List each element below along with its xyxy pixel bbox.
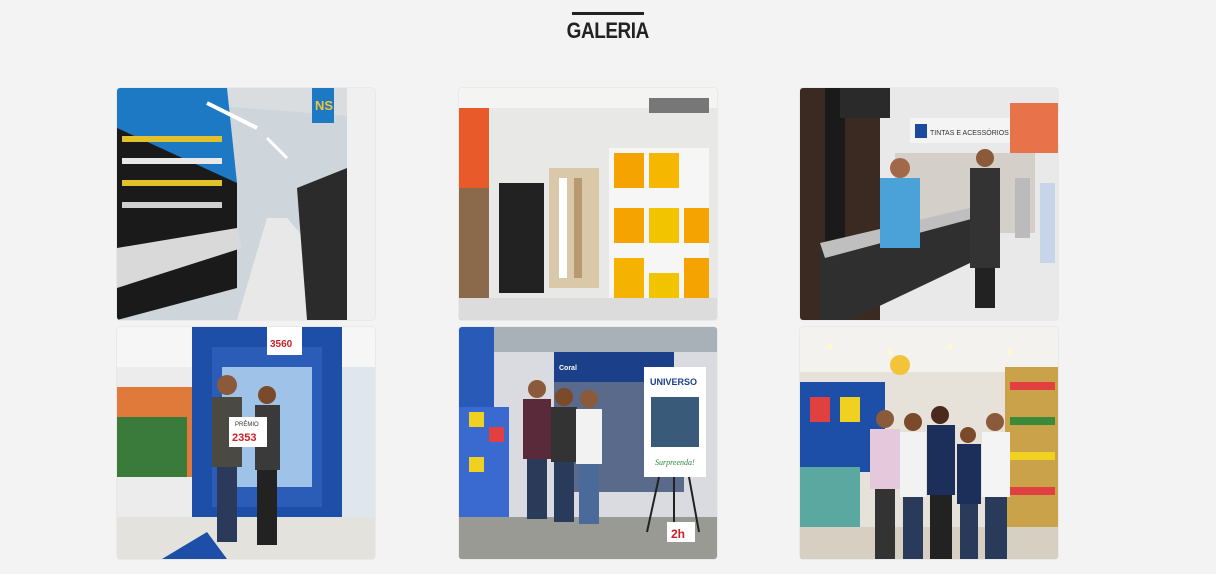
photo-supermarket-group	[800, 327, 1058, 559]
gallery-photo-3[interactable]: TINTAS E ACESSÓRIOS	[800, 88, 1058, 320]
banner-number: 3560	[270, 339, 293, 350]
photo-prize-winners: 3560 PRÊMIO 2353	[117, 327, 375, 559]
photo-paint-display	[459, 88, 717, 320]
banner-brand: UNIVERSO	[650, 377, 697, 387]
page-title: GALERIA	[566, 18, 650, 43]
store-sign: TINTAS E ACESSÓRIOS	[930, 128, 1009, 137]
gallery-photo-4[interactable]: 3560 PRÊMIO 2353	[117, 327, 375, 559]
title-underline	[572, 12, 644, 15]
ticket-label: PRÊMIO	[235, 420, 259, 428]
gallery-photo-6[interactable]	[800, 327, 1058, 559]
shelf-brand: Coral	[559, 365, 577, 372]
photo-checkout-counter: TINTAS E ACESSÓRIOS	[800, 88, 1058, 320]
banner-tagline: Surpreenda!	[655, 458, 695, 467]
photo-store-aisle: NS	[117, 88, 375, 320]
photo-team-banner: Coral UNIVERSO Surpreenda! 2h	[459, 327, 717, 559]
gallery-photo-5[interactable]: Coral UNIVERSO Surpreenda! 2h	[459, 327, 717, 559]
gallery-photo-2[interactable]	[459, 88, 717, 320]
gallery-photo-1[interactable]: NS	[117, 88, 375, 320]
easel-label: 2h	[671, 527, 685, 541]
gallery-header: GALERIA	[0, 12, 1216, 44]
aisle-sign: NS	[315, 98, 333, 113]
ticket-number: 2353	[232, 432, 256, 444]
